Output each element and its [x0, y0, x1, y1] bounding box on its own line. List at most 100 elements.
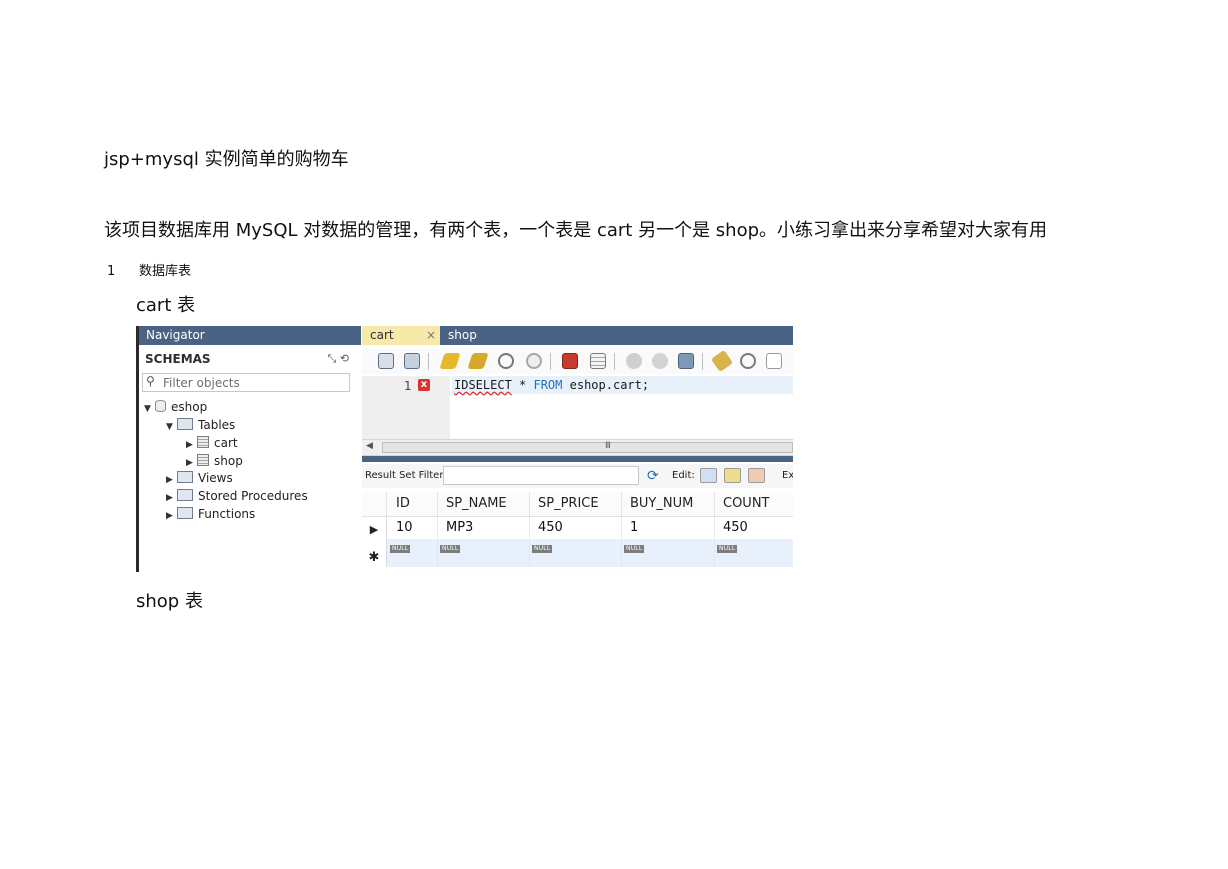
- result-toolbar: Result Set Filter: ⟳ Edit: Ex: [362, 464, 793, 488]
- execute-lightning-icon[interactable]: [439, 353, 461, 369]
- editor-toolbar: [362, 348, 793, 374]
- column-header[interactable]: COUNT: [715, 492, 793, 516]
- line-gutter: 1 x: [362, 376, 450, 439]
- add-row-icon[interactable]: [724, 468, 741, 483]
- grid-header-row: ID SP_NAME SP_PRICE BUY_NUM COUNT: [362, 492, 793, 517]
- database-icon: [155, 400, 166, 412]
- shop-table-caption: shop 表: [136, 591, 203, 612]
- toolbar-separator: [614, 353, 615, 370]
- explain-magnifier-icon[interactable]: [498, 353, 514, 369]
- tree-functions[interactable]: ▶ Functions: [166, 506, 255, 523]
- tab-label: shop: [448, 328, 477, 342]
- tab-bar: cart × shop: [362, 326, 793, 345]
- close-tab-icon[interactable]: ×: [426, 326, 436, 345]
- scroll-thumb[interactable]: III: [382, 441, 793, 453]
- navigator-header: Navigator: [139, 326, 361, 345]
- null-cell[interactable]: NULL: [530, 539, 622, 567]
- horizontal-scrollbar[interactable]: ◀ III: [362, 439, 793, 456]
- schemas-row: SCHEMAS ⤡ ⟲: [139, 350, 353, 370]
- toolbar-separator: [550, 353, 551, 370]
- current-row-marker: ▶: [362, 517, 387, 539]
- column-header[interactable]: SP_PRICE: [530, 492, 622, 516]
- grid-cell[interactable]: 1: [622, 517, 715, 539]
- sql-statement[interactable]: IDSELECT * FROM eshop.cart;: [454, 378, 649, 392]
- schemas-label: SCHEMAS: [145, 352, 211, 366]
- commit-icon[interactable]: [626, 353, 642, 369]
- code-line[interactable]: IDSELECT * FROM eshop.cart;: [452, 376, 793, 394]
- result-filter-input[interactable]: [443, 466, 639, 485]
- table-icon: [197, 436, 209, 448]
- null-cell[interactable]: NULL: [622, 539, 715, 567]
- expand-right-icon[interactable]: ▶: [186, 437, 197, 454]
- folder-icon: [177, 471, 193, 483]
- tab-shop[interactable]: shop: [448, 326, 477, 345]
- new-row-marker: ✱: [362, 539, 387, 567]
- table-row[interactable]: ▶ 10 MP3 450 1 450: [362, 517, 793, 539]
- grid-cell[interactable]: 450: [530, 517, 622, 539]
- collapse-icon[interactable]: ⤡: [327, 352, 336, 365]
- tree-schema-eshop[interactable]: ▼ eshop: [144, 399, 207, 416]
- export-label: Ex: [782, 470, 793, 481]
- result-grid-icon[interactable]: [590, 353, 606, 369]
- tables-label: Tables: [198, 418, 236, 432]
- tree-table-cart[interactable]: ▶ cart: [186, 435, 238, 452]
- column-header[interactable]: SP_NAME: [438, 492, 530, 516]
- column-header[interactable]: ID: [388, 492, 438, 516]
- null-badge: NULL: [717, 545, 738, 553]
- toggle-errors-icon[interactable]: [562, 353, 578, 369]
- tree-tables[interactable]: ▼ Tables: [166, 417, 235, 434]
- expand-right-icon[interactable]: ▶: [166, 472, 177, 489]
- delete-row-icon[interactable]: [748, 468, 765, 483]
- expand-right-icon[interactable]: ▶: [166, 508, 177, 525]
- table-name: shop: [214, 454, 243, 468]
- edit-row-icon[interactable]: [700, 468, 717, 483]
- autocommit-icon[interactable]: [678, 353, 694, 369]
- expand-right-icon[interactable]: ▶: [166, 490, 177, 507]
- table-name: cart: [214, 436, 238, 450]
- beautify-broom-icon[interactable]: [710, 349, 734, 373]
- filter-box[interactable]: ⚲: [142, 373, 350, 392]
- wrap-icon[interactable]: [766, 353, 782, 369]
- row-marker-header: [362, 492, 387, 516]
- sql-keyword: FROM: [533, 378, 563, 392]
- expand-down-icon[interactable]: ▼: [166, 419, 177, 436]
- filter-input[interactable]: [163, 374, 349, 391]
- new-row[interactable]: ✱ NULL NULL NULL NULL NULL: [362, 539, 793, 567]
- scroll-grip-icon: III: [605, 441, 611, 451]
- tree-stored-procedures[interactable]: ▶ Stored Procedures: [166, 488, 308, 505]
- execute-current-icon[interactable]: [467, 353, 489, 369]
- null-cell[interactable]: NULL: [438, 539, 530, 567]
- schema-label: eshop: [171, 400, 208, 414]
- tab-cart[interactable]: cart ×: [362, 326, 440, 345]
- open-file-icon[interactable]: [378, 353, 394, 369]
- sql-table-ref: eshop.cart;: [562, 378, 650, 392]
- line-number: 1: [404, 379, 412, 393]
- null-badge: NULL: [440, 545, 461, 553]
- find-icon[interactable]: [740, 353, 756, 369]
- tree-table-shop[interactable]: ▶ shop: [186, 453, 243, 470]
- views-label: Views: [198, 471, 233, 485]
- save-icon[interactable]: [404, 353, 420, 369]
- expand-down-icon[interactable]: ▼: [144, 401, 155, 418]
- refresh-icon[interactable]: ⟳: [647, 469, 663, 483]
- pane-splitter[interactable]: [362, 456, 793, 462]
- result-filter-label: Result Set Filter:: [365, 470, 447, 481]
- error-icon[interactable]: x: [418, 379, 430, 391]
- scroll-left-icon[interactable]: ◀: [366, 441, 373, 451]
- tab-label: cart: [370, 328, 394, 342]
- search-icon: ⚲: [146, 374, 155, 388]
- page-title: jsp+mysql 实例简单的购物车: [104, 149, 349, 170]
- grid-cell[interactable]: 450: [715, 517, 793, 539]
- folder-icon: [177, 489, 193, 501]
- grid-cell[interactable]: MP3: [438, 517, 530, 539]
- stop-icon[interactable]: [526, 353, 542, 369]
- refresh-schemas-icon[interactable]: ⟲: [340, 352, 349, 365]
- null-cell[interactable]: NULL: [715, 539, 793, 567]
- null-cell[interactable]: NULL: [388, 539, 438, 567]
- column-header[interactable]: BUY_NUM: [622, 492, 715, 516]
- tree-views[interactable]: ▶ Views: [166, 470, 233, 487]
- code-area[interactable]: 1 x IDSELECT * FROM eshop.cart;: [362, 376, 793, 439]
- grid-cell[interactable]: 10: [388, 517, 438, 539]
- rollback-icon[interactable]: [652, 353, 668, 369]
- sql-error-token: IDSELECT: [454, 378, 512, 392]
